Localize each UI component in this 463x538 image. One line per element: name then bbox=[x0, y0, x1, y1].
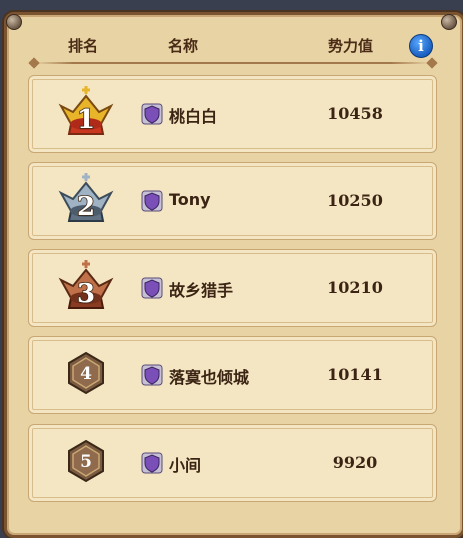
guild-shield-icon bbox=[141, 190, 163, 212]
leaderboard-row[interactable]: 1 桃白白 10458 bbox=[28, 75, 437, 153]
power-value: 10141 bbox=[327, 365, 383, 384]
leaderboard-header: 排名 名称 势力值 bbox=[22, 30, 442, 60]
leaderboard-row[interactable]: 3 故乡猎手 10210 bbox=[28, 249, 437, 327]
power-column-header: 势力值 bbox=[328, 37, 374, 55]
player-name: Tony bbox=[169, 190, 211, 209]
power-value: 9920 bbox=[332, 453, 378, 472]
corner-bolt-icon bbox=[6, 14, 22, 30]
svg-text:4: 4 bbox=[80, 364, 92, 384]
guild-shield-icon bbox=[141, 452, 163, 474]
silver-crown-icon: 2 bbox=[58, 173, 114, 223]
guild-shield-icon bbox=[141, 103, 163, 125]
leaderboard-row[interactable]: 5 小间 9920 bbox=[28, 424, 437, 502]
rank-column-header: 排名 bbox=[68, 37, 99, 55]
header-divider bbox=[34, 62, 430, 64]
svg-text:5: 5 bbox=[80, 452, 92, 472]
guild-shield-icon bbox=[141, 277, 163, 299]
hexagon-rank-icon: 5 bbox=[68, 439, 104, 483]
guild-shield-icon bbox=[141, 364, 163, 386]
gold-crown-icon: 1 bbox=[58, 86, 114, 136]
leaderboard-row[interactable]: 4 落寞也倾城 10141 bbox=[28, 336, 437, 414]
power-value: 10458 bbox=[327, 104, 383, 123]
bronze-crown-icon: 3 bbox=[58, 260, 114, 310]
svg-text:3: 3 bbox=[77, 279, 95, 309]
info-icon[interactable]: i bbox=[409, 34, 433, 58]
corner-bolt-icon bbox=[441, 14, 457, 30]
power-value: 10250 bbox=[327, 191, 383, 210]
svg-text:2: 2 bbox=[77, 192, 95, 222]
svg-text:1: 1 bbox=[77, 105, 95, 135]
leaderboard-row[interactable]: 2 Tony 10250 bbox=[28, 162, 437, 240]
player-name: 落寞也倾城 bbox=[169, 368, 250, 387]
player-name: 故乡猎手 bbox=[169, 281, 234, 300]
hexagon-rank-icon: 4 bbox=[68, 351, 104, 395]
name-column-header: 名称 bbox=[168, 37, 199, 55]
player-name: 小间 bbox=[169, 456, 202, 475]
player-name: 桃白白 bbox=[169, 107, 218, 126]
power-value: 10210 bbox=[327, 278, 383, 297]
